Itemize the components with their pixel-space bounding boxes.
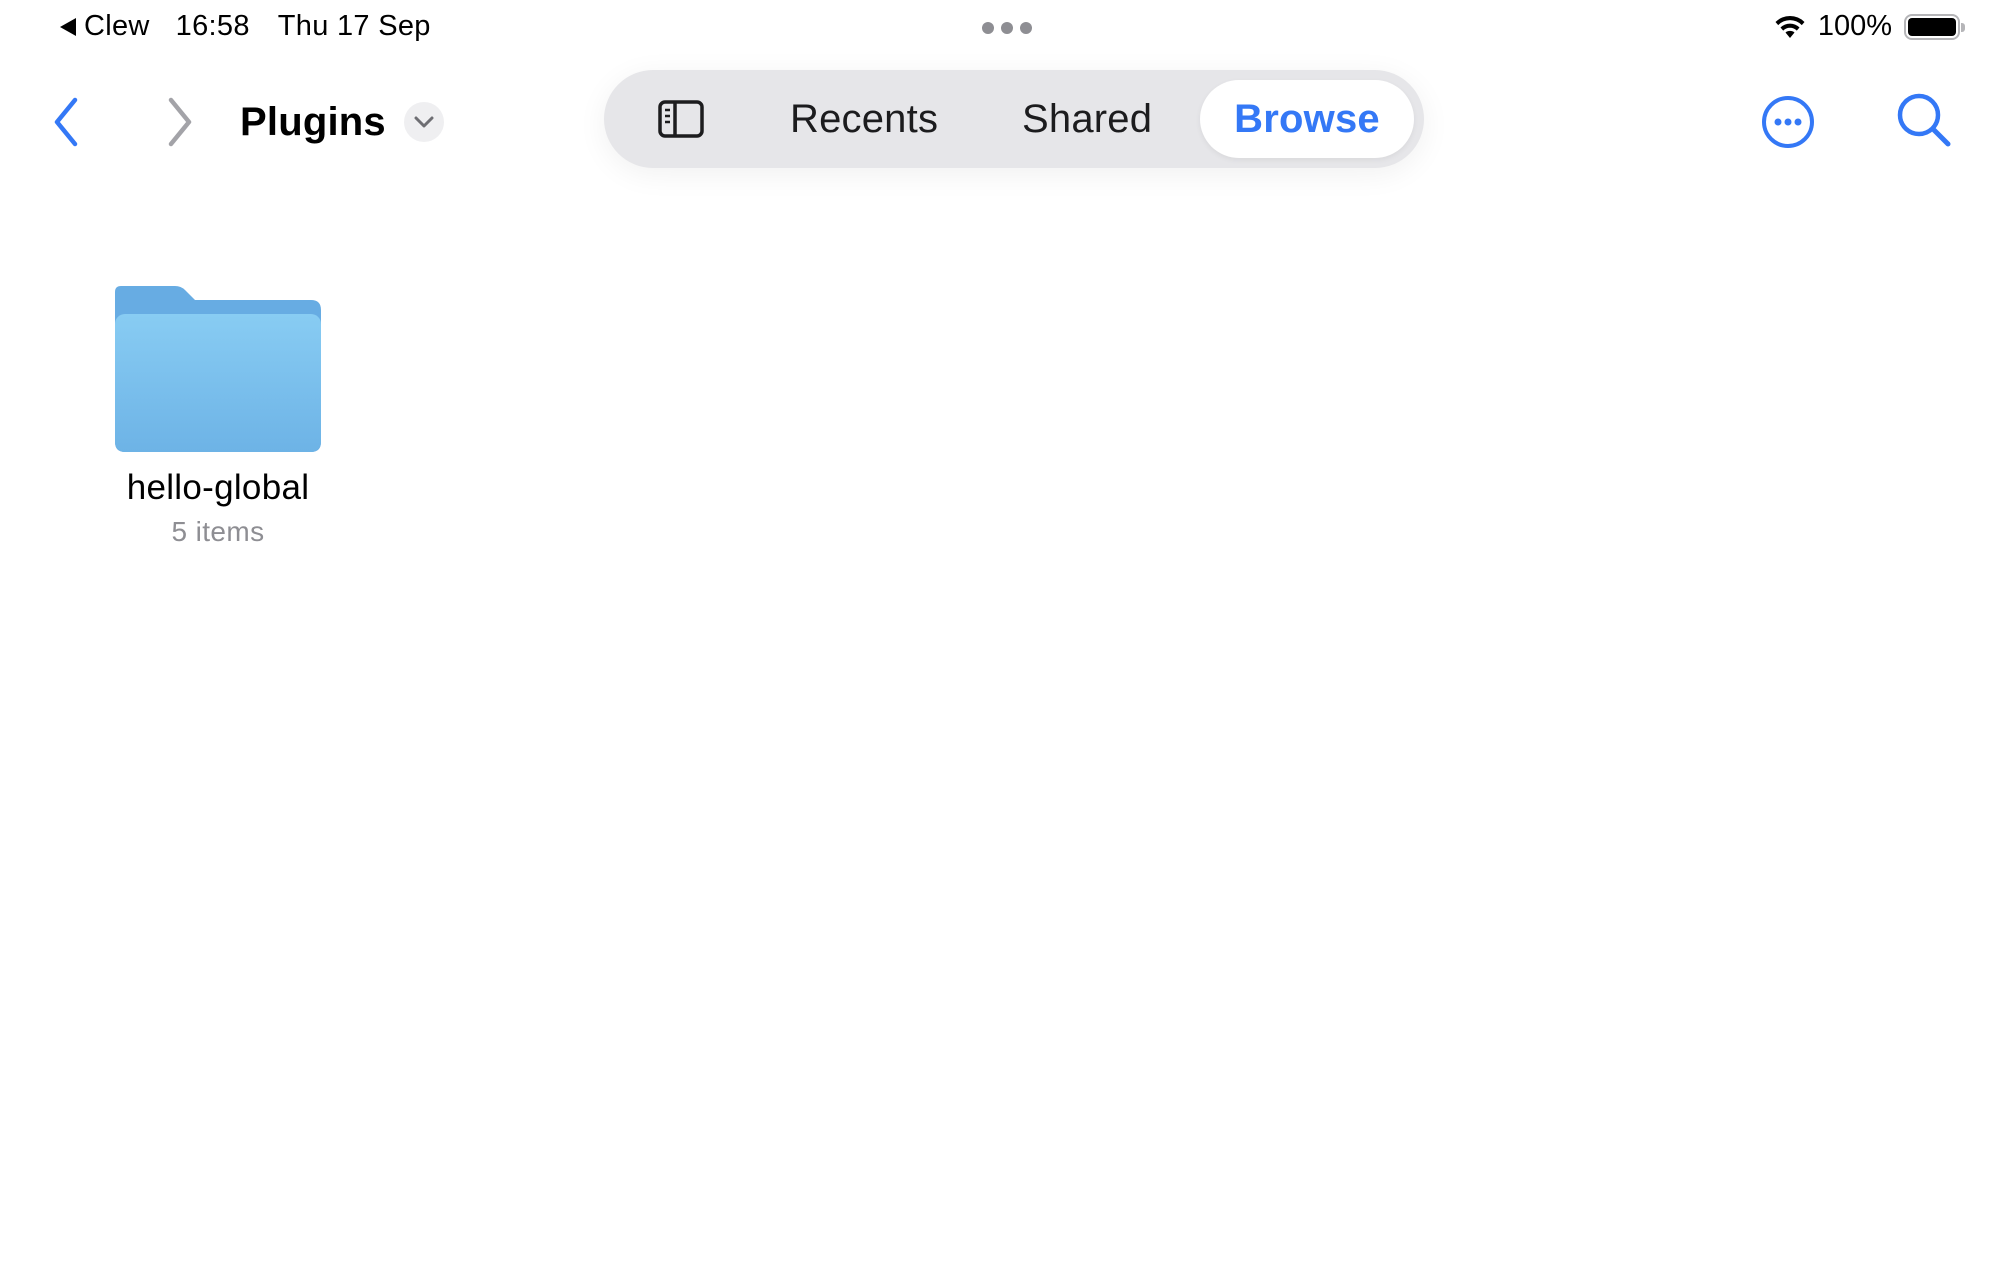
more-options-button[interactable] [1760,94,1816,150]
battery-percent: 100% [1817,10,1892,42]
chevron-down-icon[interactable] [403,102,444,142]
multitasking-dots-icon[interactable] [982,22,1032,34]
status-time: 16:58 [175,10,250,42]
wifi-icon [1775,15,1805,38]
sidebar-icon [658,100,704,138]
ellipsis-circle-icon [1762,96,1814,148]
page-title: Plugins [240,99,386,144]
folder-title-menu[interactable]: Plugins [240,92,444,152]
tab-shared[interactable]: Shared [1022,70,1152,168]
location-segmented-control: Recents Shared Browse [604,70,1424,168]
battery-icon [1904,13,1965,40]
magnifying-glass-icon [1897,93,1951,147]
tab-browse[interactable]: Browse [1200,80,1414,158]
back-to-app-button[interactable]: Clew [60,10,150,43]
status-left: Clew 16:58 Thu 17 Sep [60,10,431,43]
status-date: Thu 17 Sep [277,10,431,42]
back-triangle-icon [60,17,76,36]
status-right: 100% [1772,10,1965,43]
files-app-screen: Clew 16:58 Thu 17 Sep 100% Plugins Recen… [0,0,2000,1280]
folder-item-hello-global[interactable]: hello-global 5 items [96,286,340,548]
folder-icon [115,286,321,452]
forward-button[interactable] [160,94,200,150]
search-button[interactable] [1894,90,1954,150]
back-button[interactable] [46,94,86,150]
chevron-right-icon [168,97,192,147]
tab-recents[interactable]: Recents [790,70,938,168]
back-app-label: Clew [84,10,150,42]
status-bar: Clew 16:58 Thu 17 Sep 100% [0,0,2000,56]
item-count: 5 items [171,516,265,547]
chevron-left-icon [54,97,78,147]
battery-fill [1908,17,1956,36]
sidebar-toggle-button[interactable] [656,96,706,142]
item-name: hello-global [126,468,310,507]
